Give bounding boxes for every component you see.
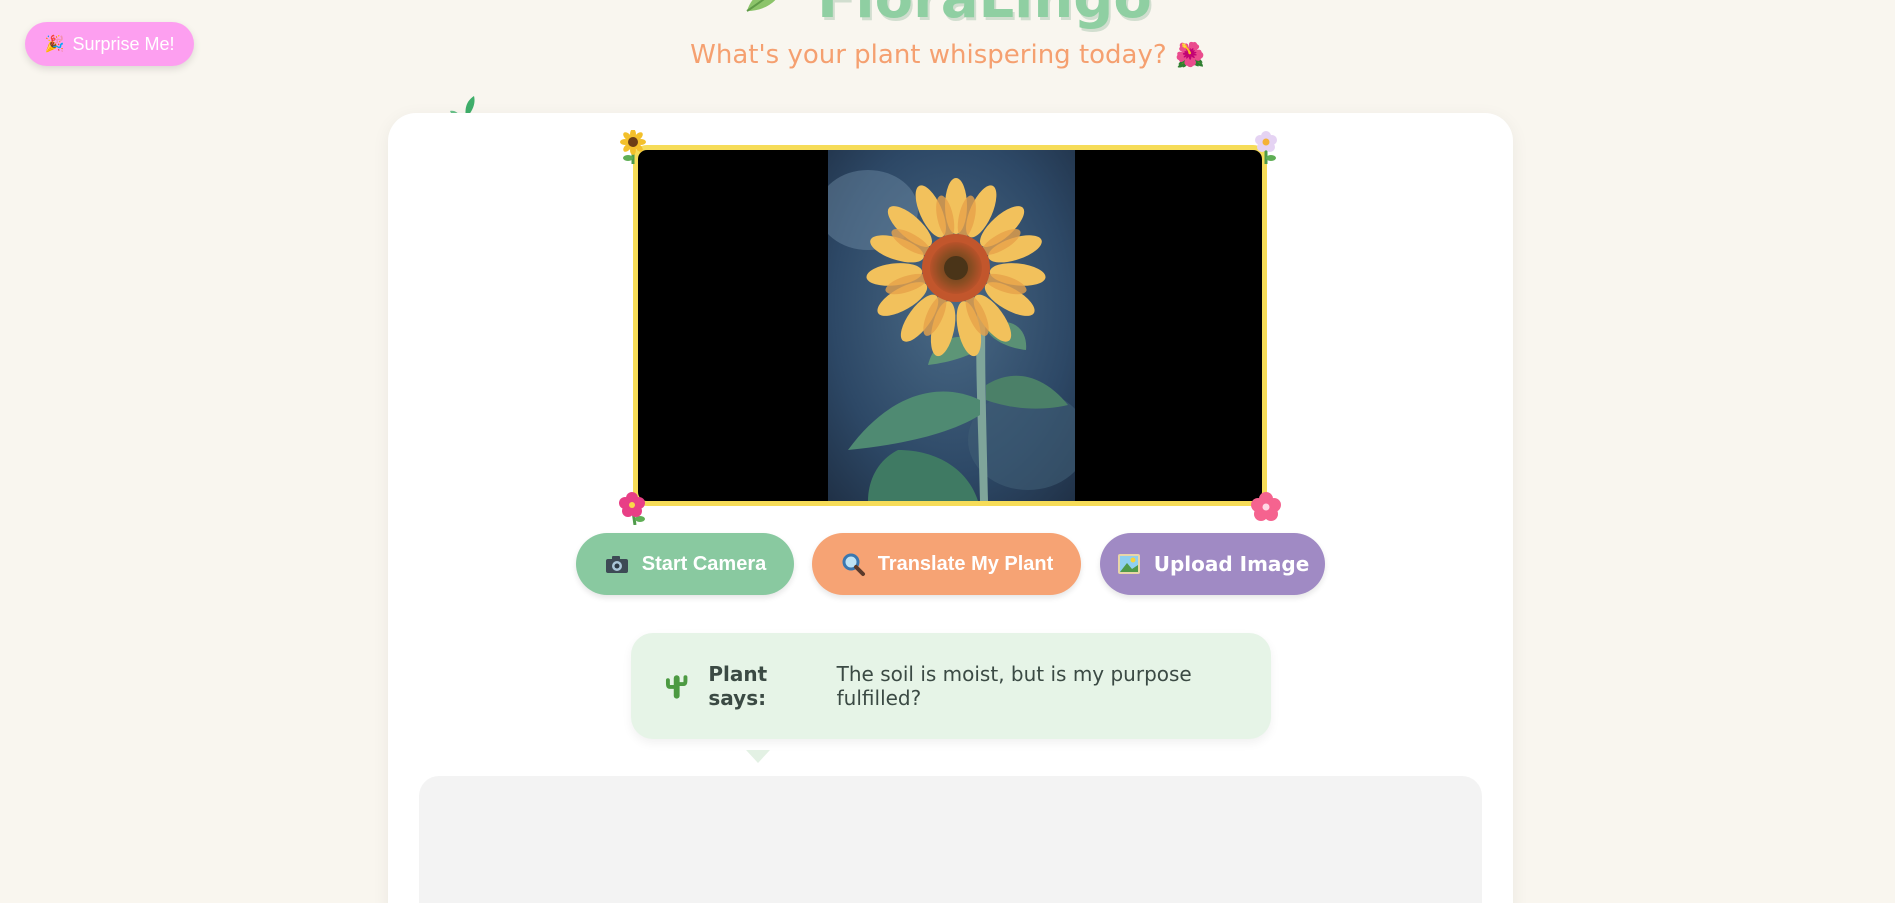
hibiscus-icon bbox=[619, 492, 645, 525]
magnifier-icon bbox=[840, 551, 866, 577]
result-panel bbox=[419, 776, 1482, 903]
start-camera-label: Start Camera bbox=[641, 552, 767, 575]
translate-plant-button[interactable]: Translate My Plant bbox=[812, 533, 1081, 595]
picture-icon bbox=[1116, 551, 1142, 577]
plant-message: The soil is moist, but is my purpose ful… bbox=[836, 662, 1192, 710]
upload-image-button[interactable]: Upload Image bbox=[1100, 533, 1325, 595]
camera-icon bbox=[604, 551, 630, 577]
page-subtitle: What's your plant whispering today? 🌺 bbox=[0, 40, 1895, 70]
start-camera-button[interactable]: Start Camera bbox=[576, 533, 794, 595]
app-header: FloraLingo bbox=[0, 0, 1895, 27]
hibiscus-icon: 🌺 bbox=[1174, 41, 1205, 69]
speaker-label: Plant says: bbox=[708, 662, 768, 710]
translate-plant-label: Translate My Plant bbox=[877, 552, 1054, 575]
plant-speech-bubble: Plant says: The soil is moist, but is my… bbox=[631, 633, 1271, 739]
app-title-text: FloraLingo bbox=[817, 0, 1152, 27]
subtitle-text: What's your plant whispering today? bbox=[690, 40, 1167, 70]
app-title: FloraLingo bbox=[743, 0, 1152, 27]
speech-tail bbox=[746, 750, 770, 763]
upload-image-label: Upload Image bbox=[1153, 552, 1310, 576]
cactus-icon bbox=[665, 675, 688, 699]
sunflower-photo bbox=[828, 150, 1075, 501]
camera-preview bbox=[633, 145, 1267, 506]
leaf-icon bbox=[743, 0, 787, 17]
flower-icon bbox=[1251, 492, 1281, 521]
blossom-icon bbox=[1255, 131, 1277, 164]
sunflower-icon bbox=[620, 130, 646, 164]
